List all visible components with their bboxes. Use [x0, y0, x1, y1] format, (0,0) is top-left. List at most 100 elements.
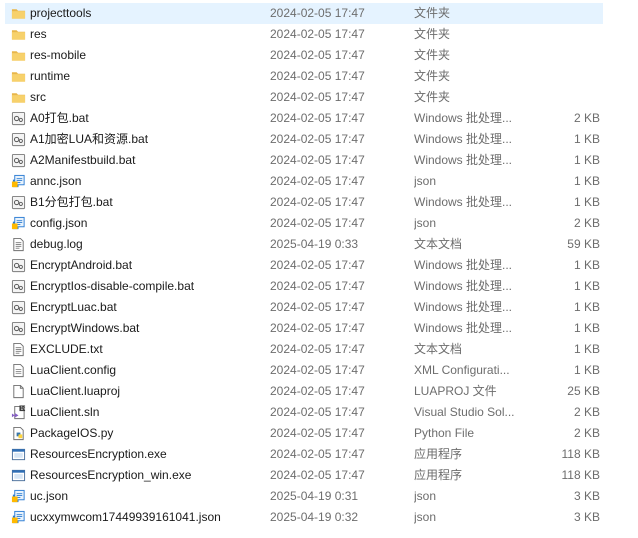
file-date-modified: 2024-02-05 17:47	[270, 426, 365, 440]
file-type: Windows 批处理...	[414, 300, 513, 314]
file-row[interactable]: EncryptIos-disable-compile.bat 2024-02-05…	[0, 276, 638, 297]
file-type: Windows 批处理...	[414, 321, 513, 335]
file-row[interactable]: debug.log 2025-04-19 0:33 文本文档 59 KB	[0, 234, 638, 255]
file-name: LuaClient.sln	[30, 405, 100, 419]
file-row[interactable]: ResourcesEncryption.exe 2024-02-05 17:47 应…	[0, 444, 638, 465]
file-row[interactable]: config.json 2024-02-05 17:47 json 2 KB	[0, 213, 638, 234]
file-row[interactable]: annc.json 2024-02-05 17:47 json 1 KB	[0, 171, 638, 192]
application-icon	[11, 447, 26, 462]
file-date-modified: 2024-02-05 17:47	[270, 195, 365, 209]
svg-text:19: 19	[20, 406, 26, 412]
file-name: EncryptWindows.bat	[30, 321, 140, 335]
file-row[interactable]: A2Manifestbuild.bat 2024-02-05 17:47 Windo…	[0, 150, 638, 171]
file-name: EXCLUDE.txt	[30, 342, 103, 356]
file-name: LuaClient.luaproj	[30, 384, 121, 398]
file-name: EncryptAndroid.bat	[30, 258, 133, 272]
file-name: runtime	[30, 69, 71, 83]
file-row[interactable]: A1加密LUA和资源.bat 2024-02-05 17:47 Windows 批处…	[0, 129, 638, 150]
file-row[interactable]: 19 LuaClient.sln 2024-02-05 17:47 Visual St…	[0, 402, 638, 423]
file-name: A0打包.bat	[30, 111, 89, 125]
batch-file-icon	[11, 258, 26, 273]
file-date-modified: 2024-02-05 17:47	[270, 321, 365, 335]
file-date-modified: 2024-02-05 17:47	[270, 363, 365, 377]
file-name: EncryptLuac.bat	[30, 300, 117, 314]
batch-file-icon	[11, 279, 26, 294]
file-name: PackageIOS.py	[30, 426, 114, 440]
application-icon	[11, 468, 26, 483]
file-size: 1 KB	[573, 132, 600, 146]
file-size: 1 KB	[573, 195, 600, 209]
file-size: 2 KB	[573, 405, 600, 419]
file-name: B1分包打包.bat	[30, 195, 113, 209]
file-row[interactable]: ResourcesEncryption_win.exe 2024-02-05 17…	[0, 465, 638, 486]
file-row[interactable]: EXCLUDE.txt 2024-02-05 17:47 文本文档 1 KB	[0, 339, 638, 360]
file-type: json	[414, 174, 437, 188]
file-type: Windows 批处理...	[414, 279, 513, 293]
file-row[interactable]: A0打包.bat 2024-02-05 17:47 Windows 批处理... 2 …	[0, 108, 638, 129]
file-name: config.json	[30, 216, 88, 230]
file-size: 1 KB	[573, 279, 600, 293]
text-file-icon	[11, 342, 26, 357]
text-file-icon	[11, 237, 26, 252]
file-type: 文件夹	[414, 90, 451, 104]
file-size: 2 KB	[573, 111, 600, 125]
python-file-icon	[11, 426, 26, 441]
file-size: 118 KB	[561, 468, 600, 482]
file-row[interactable]: LuaClient.luaproj 2024-02-05 17:47 LUAPROJ…	[0, 381, 638, 402]
file-name: res-mobile	[30, 48, 87, 62]
file-type: LUAPROJ 文件	[414, 384, 497, 398]
file-row[interactable]: uc.json 2025-04-19 0:31 json 3 KB	[0, 486, 638, 507]
json-file-icon	[11, 174, 26, 189]
file-size: 118 KB	[561, 447, 600, 461]
file-row[interactable]: runtime 2024-02-05 17:47 文件夹	[0, 66, 638, 87]
file-name: EncryptIos-disable-compile.bat	[30, 279, 195, 293]
file-date-modified: 2024-02-05 17:47	[270, 27, 365, 41]
file-size: 3 KB	[573, 489, 600, 503]
file-name: ucxxymwcom17449939161041.json	[30, 510, 221, 524]
file-name: res	[30, 27, 47, 41]
file-name: LuaClient.config	[30, 363, 117, 377]
file-name: uc.json	[30, 489, 69, 503]
file-size: 1 KB	[573, 342, 600, 356]
file-list: projecttools 2024-02-05 17:47 文件夹 res 2024-0…	[0, 3, 638, 528]
batch-file-icon	[11, 111, 26, 126]
file-date-modified: 2025-04-19 0:33	[270, 237, 359, 251]
config-file-icon	[11, 363, 26, 378]
file-name: ResourcesEncryption_win.exe	[30, 468, 192, 482]
json-file-icon	[11, 489, 26, 504]
file-size: 59 KB	[567, 237, 600, 251]
file-type: 应用程序	[414, 468, 463, 482]
file-date-modified: 2024-02-05 17:47	[270, 174, 365, 188]
file-type: Visual Studio Sol...	[414, 405, 515, 419]
file-size: 3 KB	[573, 510, 600, 524]
file-row[interactable]: res-mobile 2024-02-05 17:47 文件夹	[0, 45, 638, 66]
file-date-modified: 2024-02-05 17:47	[270, 90, 365, 104]
file-name: src	[30, 90, 46, 104]
folder-icon	[11, 6, 26, 21]
json-file-icon	[11, 216, 26, 231]
file-row[interactable]: ucxxymwcom17449939161041.json 2025-04-19 …	[0, 507, 638, 528]
file-type: Windows 批处理...	[414, 111, 513, 125]
file-type: json	[414, 510, 437, 524]
file-row[interactable]: B1分包打包.bat 2024-02-05 17:47 Windows 批处理...…	[0, 192, 638, 213]
folder-icon	[11, 27, 26, 42]
file-date-modified: 2024-02-05 17:47	[270, 69, 365, 83]
file-row[interactable]: EncryptWindows.bat 2024-02-05 17:47 Window…	[0, 318, 638, 339]
file-size: 1 KB	[573, 174, 600, 188]
file-type: 文件夹	[414, 48, 451, 62]
file-name: projecttools	[30, 6, 92, 20]
file-row[interactable]: projecttools 2024-02-05 17:47 文件夹	[5, 3, 603, 24]
file-date-modified: 2024-02-05 17:47	[270, 279, 365, 293]
file-row[interactable]: EncryptAndroid.bat 2024-02-05 17:47 Window…	[0, 255, 638, 276]
file-size: 2 KB	[573, 216, 600, 230]
file-row[interactable]: res 2024-02-05 17:47 文件夹	[0, 24, 638, 45]
file-name: annc.json	[30, 174, 82, 188]
file-row[interactable]: LuaClient.config 2024-02-05 17:47 XML Conf…	[0, 360, 638, 381]
file-size: 1 KB	[573, 321, 600, 335]
file-size: 1 KB	[573, 363, 600, 377]
file-date-modified: 2024-02-05 17:47	[270, 300, 365, 314]
file-type: Windows 批处理...	[414, 132, 513, 146]
file-row[interactable]: PackageIOS.py 2024-02-05 17:47 Python File…	[0, 423, 638, 444]
file-row[interactable]: src 2024-02-05 17:47 文件夹	[0, 87, 638, 108]
file-row[interactable]: EncryptLuac.bat 2024-02-05 17:47 Windows 批…	[0, 297, 638, 318]
